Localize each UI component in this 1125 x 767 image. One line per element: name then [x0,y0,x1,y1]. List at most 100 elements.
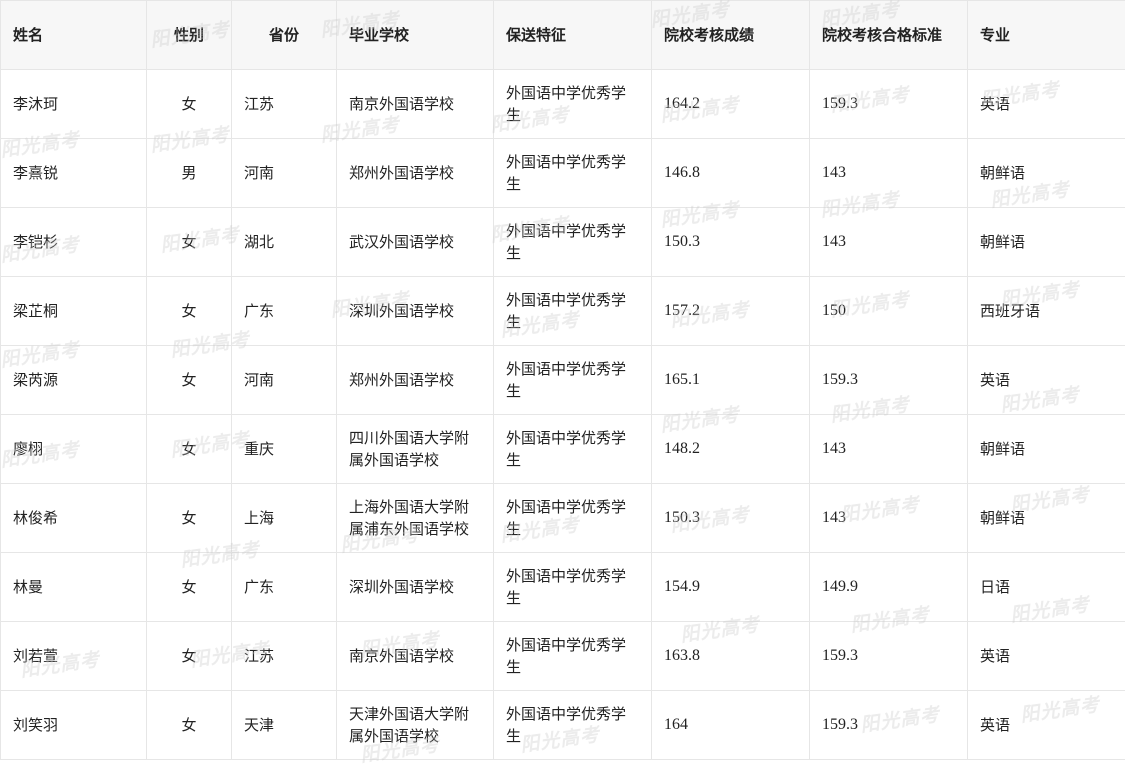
header-province: 省份 [232,1,337,70]
cell-school: 郑州外国语学校 [337,346,494,415]
cell-major: 英语 [968,622,1125,691]
cell-standard: 159.3 [810,691,968,760]
cell-major: 英语 [968,691,1125,760]
table-row: 廖栩女重庆四川外国语大学附属外国语学校外国语中学优秀学生148.2143朝鲜语 [1,415,1125,484]
cell-feature: 外国语中学优秀学生 [494,622,652,691]
header-major: 专业 [968,1,1125,70]
cell-gender: 女 [147,70,232,139]
header-standard: 院校考核合格标准 [810,1,968,70]
header-feature: 保送特征 [494,1,652,70]
table-header-row: 姓名 性别 省份 毕业学校 保送特征 院校考核成绩 院校考核合格标准 专业 [1,1,1125,70]
cell-gender: 女 [147,691,232,760]
cell-name: 李铠杉 [1,208,147,277]
cell-province: 江苏 [232,622,337,691]
cell-gender: 女 [147,415,232,484]
cell-standard: 143 [810,484,968,553]
cell-score: 148.2 [652,415,810,484]
table-row: 刘笑羽女天津天津外国语大学附属外国语学校外国语中学优秀学生164159.3英语 [1,691,1125,760]
cell-school: 南京外国语学校 [337,622,494,691]
cell-standard: 149.9 [810,553,968,622]
cell-school: 上海外国语大学附属浦东外国语学校 [337,484,494,553]
cell-feature: 外国语中学优秀学生 [494,70,652,139]
header-score: 院校考核成绩 [652,1,810,70]
cell-gender: 男 [147,139,232,208]
cell-school: 天津外国语大学附属外国语学校 [337,691,494,760]
cell-major: 英语 [968,346,1125,415]
cell-school: 四川外国语大学附属外国语学校 [337,415,494,484]
table-row: 梁芷桐女广东深圳外国语学校外国语中学优秀学生157.2150西班牙语 [1,277,1125,346]
cell-feature: 外国语中学优秀学生 [494,139,652,208]
cell-score: 163.8 [652,622,810,691]
cell-gender: 女 [147,484,232,553]
cell-score: 164.2 [652,70,810,139]
cell-gender: 女 [147,622,232,691]
cell-name: 刘笑羽 [1,691,147,760]
cell-province: 河南 [232,139,337,208]
header-gender: 性别 [147,1,232,70]
cell-standard: 150 [810,277,968,346]
cell-province: 广东 [232,553,337,622]
cell-name: 林曼 [1,553,147,622]
cell-feature: 外国语中学优秀学生 [494,691,652,760]
cell-province: 河南 [232,346,337,415]
cell-school: 深圳外国语学校 [337,553,494,622]
cell-province: 湖北 [232,208,337,277]
cell-major: 日语 [968,553,1125,622]
cell-name: 李熹锐 [1,139,147,208]
cell-score: 157.2 [652,277,810,346]
cell-name: 梁芷桐 [1,277,147,346]
table-row: 李沐珂女江苏南京外国语学校外国语中学优秀学生164.2159.3英语 [1,70,1125,139]
cell-major: 西班牙语 [968,277,1125,346]
cell-province: 上海 [232,484,337,553]
cell-gender: 女 [147,346,232,415]
table-row: 刘若萱女江苏南京外国语学校外国语中学优秀学生163.8159.3英语 [1,622,1125,691]
cell-major: 朝鲜语 [968,484,1125,553]
cell-score: 165.1 [652,346,810,415]
cell-feature: 外国语中学优秀学生 [494,484,652,553]
header-name: 姓名 [1,1,147,70]
cell-score: 150.3 [652,484,810,553]
table-row: 林俊希女上海上海外国语大学附属浦东外国语学校外国语中学优秀学生150.3143朝… [1,484,1125,553]
cell-score: 154.9 [652,553,810,622]
cell-feature: 外国语中学优秀学生 [494,553,652,622]
cell-major: 朝鲜语 [968,139,1125,208]
cell-name: 刘若萱 [1,622,147,691]
cell-standard: 159.3 [810,346,968,415]
cell-feature: 外国语中学优秀学生 [494,208,652,277]
table-row: 林曼女广东深圳外国语学校外国语中学优秀学生154.9149.9日语 [1,553,1125,622]
cell-school: 深圳外国语学校 [337,277,494,346]
cell-feature: 外国语中学优秀学生 [494,277,652,346]
cell-school: 武汉外国语学校 [337,208,494,277]
cell-name: 李沐珂 [1,70,147,139]
cell-score: 150.3 [652,208,810,277]
cell-province: 广东 [232,277,337,346]
cell-score: 146.8 [652,139,810,208]
cell-standard: 143 [810,139,968,208]
cell-standard: 159.3 [810,622,968,691]
cell-feature: 外国语中学优秀学生 [494,346,652,415]
cell-major: 英语 [968,70,1125,139]
cell-school: 南京外国语学校 [337,70,494,139]
cell-name: 林俊希 [1,484,147,553]
table-row: 李熹锐男河南郑州外国语学校外国语中学优秀学生146.8143朝鲜语 [1,139,1125,208]
cell-score: 164 [652,691,810,760]
cell-feature: 外国语中学优秀学生 [494,415,652,484]
cell-major: 朝鲜语 [968,208,1125,277]
table-row: 梁芮源女河南郑州外国语学校外国语中学优秀学生165.1159.3英语 [1,346,1125,415]
cell-school: 郑州外国语学校 [337,139,494,208]
cell-standard: 143 [810,415,968,484]
table-row: 李铠杉女湖北武汉外国语学校外国语中学优秀学生150.3143朝鲜语 [1,208,1125,277]
cell-name: 廖栩 [1,415,147,484]
cell-standard: 143 [810,208,968,277]
cell-gender: 女 [147,277,232,346]
cell-standard: 159.3 [810,70,968,139]
cell-province: 重庆 [232,415,337,484]
cell-province: 江苏 [232,70,337,139]
header-school: 毕业学校 [337,1,494,70]
cell-major: 朝鲜语 [968,415,1125,484]
cell-gender: 女 [147,208,232,277]
admission-table: 姓名 性别 省份 毕业学校 保送特征 院校考核成绩 院校考核合格标准 专业 李沐… [0,0,1125,760]
cell-province: 天津 [232,691,337,760]
cell-gender: 女 [147,553,232,622]
cell-name: 梁芮源 [1,346,147,415]
